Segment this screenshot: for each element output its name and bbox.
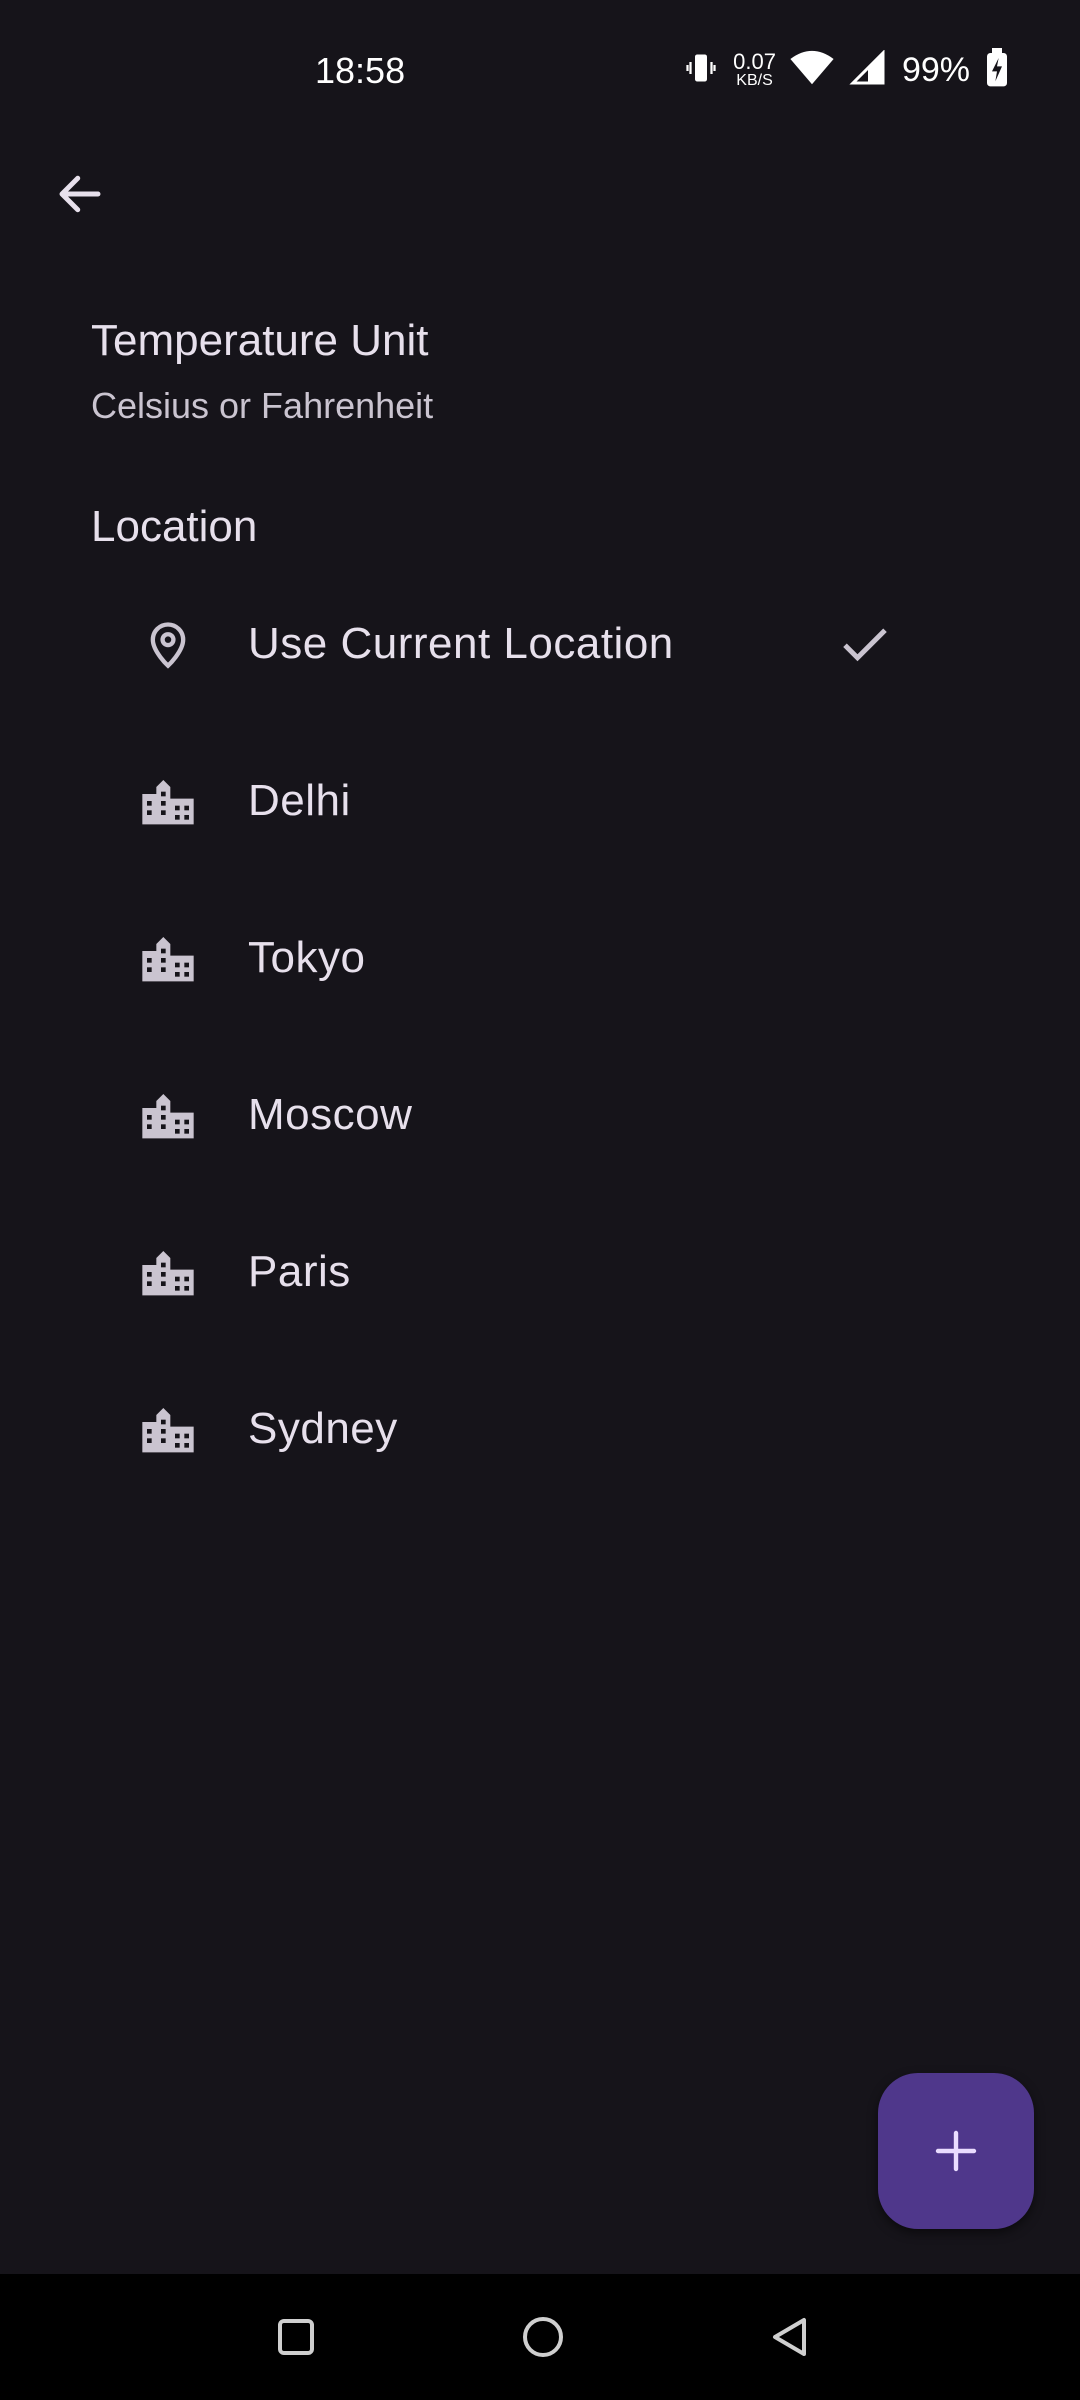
nav-back-button[interactable] — [760, 2307, 820, 2367]
back-button[interactable] — [44, 158, 116, 230]
city-icon — [138, 1399, 198, 1459]
back-triangle-icon — [773, 2318, 806, 2356]
city-icon — [138, 771, 198, 831]
battery-percent: 99% — [901, 50, 970, 89]
location-item-label: Tokyo — [248, 932, 366, 982]
status-bar: 18:58 0.07 KB/S 99% — [0, 0, 1080, 140]
check-icon — [835, 614, 895, 674]
location-item-paris[interactable]: Paris — [0, 1193, 1080, 1350]
city-icon — [138, 928, 198, 988]
arrow-left-icon — [59, 175, 101, 213]
location-item-sydney[interactable]: Sydney — [0, 1350, 1080, 1507]
net-speed-unit: KB/S — [736, 72, 773, 89]
net-speed: 0.07 KB/S — [733, 51, 776, 89]
status-icons: 0.07 KB/S 99% — [683, 47, 1010, 93]
location-item-moscow[interactable]: Moscow — [0, 1036, 1080, 1193]
status-time: 18:58 — [315, 50, 406, 91]
plus-icon — [935, 2130, 977, 2172]
location-header: Location — [91, 502, 258, 551]
temperature-unit-subtitle: Celsius or Fahrenheit — [91, 385, 434, 426]
add-location-button[interactable] — [878, 2073, 1034, 2229]
net-speed-value: 0.07 — [733, 49, 776, 74]
location-pin-icon — [138, 614, 198, 674]
location-list: Use Current Location Delhi Tokyo Moscow … — [0, 565, 1080, 1507]
vibrate-icon — [683, 50, 719, 91]
system-nav-bar — [0, 2274, 1080, 2400]
city-icon — [138, 1242, 198, 1302]
location-item-label: Paris — [248, 1246, 351, 1296]
battery-charging-icon — [984, 47, 1010, 93]
wifi-icon — [790, 50, 834, 91]
signal-icon — [848, 48, 888, 91]
location-item-tokyo[interactable]: Tokyo — [0, 879, 1080, 1036]
temperature-unit-title: Temperature Unit — [91, 316, 429, 365]
recents-button[interactable] — [266, 2307, 326, 2367]
location-item-label: Sydney — [248, 1403, 398, 1453]
location-item-delhi[interactable]: Delhi — [0, 722, 1080, 879]
location-item-current[interactable]: Use Current Location — [0, 565, 1080, 722]
home-icon — [523, 2317, 563, 2357]
location-item-label: Delhi — [248, 775, 351, 825]
location-item-label: Use Current Location — [248, 618, 674, 668]
location-item-label: Moscow — [248, 1089, 413, 1139]
recents-icon — [278, 2319, 314, 2355]
home-button[interactable] — [513, 2307, 573, 2367]
city-icon — [138, 1085, 198, 1145]
